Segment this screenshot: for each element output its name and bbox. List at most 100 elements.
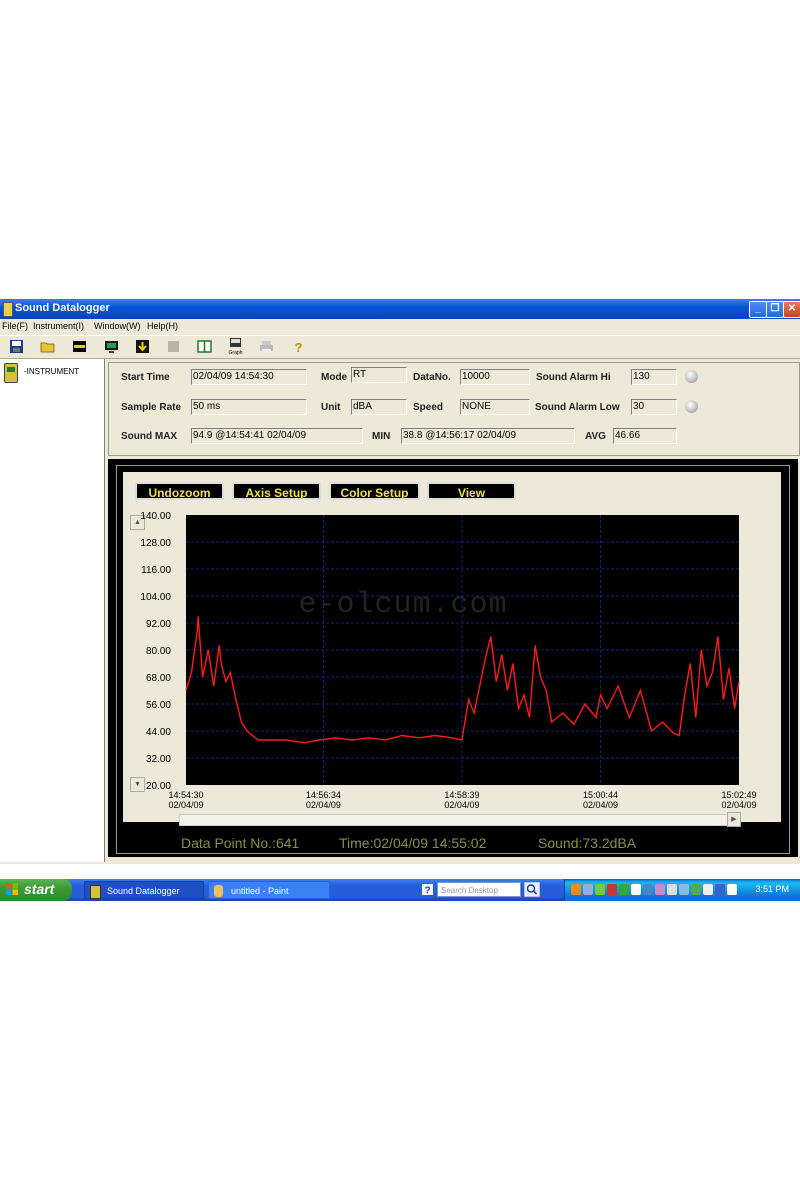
tray-app-icon[interactable] [715, 884, 725, 895]
task-paint[interactable]: untitled - Paint [208, 881, 330, 899]
desktop-search-input[interactable]: Search Desktop [437, 882, 521, 897]
bluetooth-icon[interactable] [727, 884, 737, 895]
app-window: Sound Datalogger _ ❐ ✕ File(F) Instrumen… [0, 299, 800, 864]
menu-window[interactable]: Window(W) [94, 321, 141, 331]
graph-box: Undozoom Axis Setup Color Setup View ▲ ▼… [116, 465, 790, 854]
mode-field: RT [351, 367, 407, 383]
alarm-low-indicator [685, 400, 698, 413]
tray-app-icon[interactable] [631, 884, 641, 895]
y-tick-label: 92.00 [146, 619, 171, 630]
sound-max-label: Sound MAX [121, 431, 178, 442]
window-title: Sound Datalogger [15, 302, 110, 314]
sound-max-field: 94.9 @14:54:41 02/04/09 [191, 428, 363, 444]
sample-rate-field: 50 ms [191, 399, 307, 415]
connect-icon[interactable] [72, 339, 87, 354]
menu-instrument[interactable]: Instrument(I) [33, 321, 84, 331]
sample-rate-label: Sample Rate [121, 402, 182, 413]
x-tick-date: 02/04/09 [583, 800, 618, 810]
instrument-tree-item[interactable]: -INSTRUMENT [24, 367, 79, 376]
x-tick-date: 02/04/09 [721, 800, 756, 810]
tray-app-icon[interactable] [583, 884, 593, 895]
alarm-low-label: Sound Alarm Low [535, 402, 620, 413]
monitor-icon[interactable] [104, 339, 119, 354]
split-view-icon[interactable] [197, 339, 212, 354]
tray-app-icon[interactable] [691, 884, 701, 895]
y-tick-label: 56.00 [146, 700, 171, 711]
x-tick-label: 14:54:30 [168, 790, 203, 800]
min-field: 38.8 @14:56:17 02/04/09 [401, 428, 575, 444]
tray-app-icon[interactable] [679, 884, 689, 895]
task-label: untitled - Paint [231, 886, 289, 896]
tray-app-icon[interactable] [643, 884, 653, 895]
x-tick-label: 15:00:44 [583, 790, 618, 800]
alarm-hi-field: 130 [631, 369, 677, 385]
graph-window: Undozoom Axis Setup Color Setup View ▲ ▼… [108, 459, 798, 857]
y-tick-label: 116.00 [141, 565, 171, 576]
graph-icon-label: Graph [229, 350, 243, 356]
y-tick-label: 80.00 [146, 646, 171, 657]
time-readout: Time:02/04/09 14:55:02 [339, 835, 487, 851]
tray-app-icon[interactable] [595, 884, 605, 895]
watermark-text: e-olcum.com [298, 588, 507, 622]
mode-label: Mode [321, 372, 348, 383]
graph-icon[interactable]: Graph [228, 337, 243, 356]
taskbar: start Sound Datalogger untitled - Paint … [0, 879, 800, 901]
y-tick-label: 32.00 [146, 754, 171, 765]
menu-help[interactable]: Help(H) [147, 321, 178, 331]
info-panel: Start Time 02/04/09 14:54:30 Mode RT Dat… [108, 362, 800, 456]
instrument-icon[interactable] [4, 363, 18, 383]
x-tick-label: 14:56:34 [306, 790, 341, 800]
y-tick-label: 140.00 [140, 511, 171, 522]
toolbar: Graph ? [0, 335, 800, 359]
menu-file[interactable]: File(F) [2, 321, 28, 331]
maximize-button[interactable]: ❐ [766, 301, 784, 318]
tray-app-icon[interactable] [571, 884, 581, 895]
instrument-tree: -INSTRUMENT [0, 359, 105, 862]
alarm-hi-label: Sound Alarm Hi [536, 372, 611, 383]
download-icon[interactable] [135, 339, 150, 354]
tray-app-icon[interactable] [655, 884, 665, 895]
paint-icon [214, 885, 223, 897]
task-sound-datalogger[interactable]: Sound Datalogger [84, 881, 204, 899]
x-tick-label: 14:58:39 [444, 790, 479, 800]
y-tick-label: 104.00 [140, 592, 171, 603]
start-label: start [24, 881, 55, 897]
y-tick-label: 68.00 [146, 673, 171, 684]
menu-bar: File(F) Instrument(I) Window(W) Help(H) [0, 319, 800, 334]
datano-label: DataNo. [413, 372, 451, 383]
title-bar[interactable]: Sound Datalogger _ ❐ ✕ [0, 299, 800, 319]
min-label: MIN [372, 431, 391, 442]
x-tick-date: 02/04/09 [306, 800, 341, 810]
tray-app-icon[interactable] [667, 884, 677, 895]
y-tick-label: 44.00 [146, 727, 171, 738]
stop-icon[interactable] [166, 339, 181, 354]
close-button[interactable]: ✕ [783, 301, 800, 318]
print-icon[interactable] [259, 339, 274, 354]
help-icon[interactable]: ? [422, 884, 433, 895]
sound-level-chart[interactable]: 140.00 128.00 116.00 104.00 92.00 80.00 68.00 5… [123, 472, 781, 822]
alarm-hi-indicator [685, 370, 698, 383]
scroll-right-button[interactable]: ▶ [727, 812, 741, 827]
datalogger-icon [90, 885, 101, 899]
minimize-button[interactable]: _ [749, 301, 767, 318]
datano-field: 10000 [460, 369, 530, 385]
graph-panel: Undozoom Axis Setup Color Setup View ▲ ▼… [123, 472, 781, 827]
unit-label: Unit [321, 402, 341, 413]
x-tick-date: 02/04/09 [444, 800, 479, 810]
x-tick-label: 15:02:49 [721, 790, 756, 800]
search-icon[interactable] [524, 882, 540, 897]
help-icon[interactable]: ? [291, 339, 306, 354]
open-folder-icon[interactable] [40, 339, 55, 354]
tray-app-icon[interactable] [703, 884, 713, 895]
save-icon[interactable] [9, 339, 24, 354]
speed-label: Speed [413, 402, 444, 413]
horizontal-scrollbar[interactable] [179, 814, 741, 826]
y-tick-label: 128.00 [140, 538, 171, 549]
tray-app-icon[interactable] [619, 884, 629, 895]
svg-text:?: ? [295, 340, 303, 354]
svg-text:?: ? [424, 886, 430, 896]
tray-app-icon[interactable] [607, 884, 617, 895]
avg-field: 46.66 [613, 428, 677, 444]
start-button[interactable]: start [0, 879, 72, 901]
alarm-low-field: 30 [631, 399, 677, 415]
